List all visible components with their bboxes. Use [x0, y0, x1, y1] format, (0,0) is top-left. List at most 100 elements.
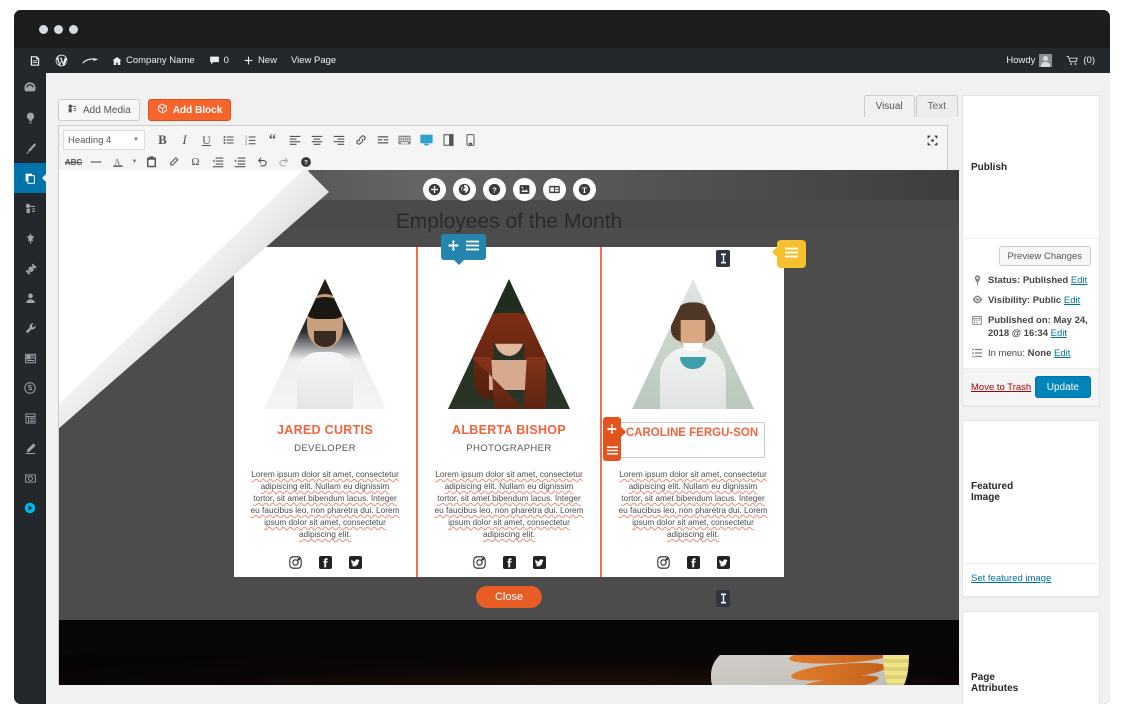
layout-icon[interactable]: [543, 178, 566, 201]
insert-more-icon[interactable]: [372, 130, 393, 150]
move-to-trash-link[interactable]: Move to Trash: [971, 382, 1031, 393]
site-pencil-icon[interactable]: [75, 48, 105, 73]
column-menu-icon[interactable]: [607, 442, 618, 460]
special-character-icon[interactable]: Ω: [185, 152, 206, 172]
align-left-icon[interactable]: [284, 130, 305, 150]
bold-icon[interactable]: B: [152, 130, 173, 150]
outdent-icon[interactable]: [207, 152, 228, 172]
column-edit-handle[interactable]: [603, 417, 621, 461]
svg-text:?: ?: [492, 185, 497, 194]
image-icon[interactable]: [513, 178, 536, 201]
sidebar-item-plugins[interactable]: [14, 253, 46, 283]
sidebar-item-camera[interactable]: [14, 463, 46, 493]
align-right-icon[interactable]: [328, 130, 349, 150]
window-minimize-dot[interactable]: [54, 25, 63, 34]
site-switch-icon[interactable]: [22, 48, 48, 73]
numbered-list-icon[interactable]: 123: [240, 130, 261, 150]
publish-panel-body: Preview Changes Status: Published Edit V…: [963, 239, 1099, 368]
mobile-icon[interactable]: [460, 130, 481, 150]
keyboard-shortcuts-icon[interactable]: [394, 130, 415, 150]
page-attributes-header[interactable]: Page Attributes ▲: [963, 612, 1099, 704]
help-icon[interactable]: ?: [295, 152, 316, 172]
move-icon[interactable]: [607, 421, 617, 439]
tab-text[interactable]: Text: [916, 95, 958, 117]
typography-icon[interactable]: T: [573, 178, 596, 201]
new-content-link[interactable]: New: [236, 48, 284, 73]
window-close-dot[interactable]: [39, 25, 48, 34]
visibility-label: Visibility:: [988, 295, 1030, 306]
sidebar-item-inspirations[interactable]: [14, 103, 46, 133]
selected-name-field[interactable]: CAROLINE FERGU-SON: [619, 422, 765, 458]
site-name-link[interactable]: Company Name: [105, 48, 202, 73]
comments-link[interactable]: 0: [202, 48, 236, 73]
add-block-button[interactable]: Add Block: [148, 99, 231, 121]
format-select[interactable]: Heading 4 ▼: [63, 130, 145, 150]
indent-icon[interactable]: [229, 152, 250, 172]
sidebar-item-editor[interactable]: [14, 433, 46, 463]
set-featured-image-link[interactable]: Set featured image: [971, 573, 1051, 584]
svg-text:A: A: [114, 157, 120, 166]
horizontal-rule-icon[interactable]: [85, 152, 106, 172]
chevron-up-icon[interactable]: ▲: [1016, 427, 1091, 557]
sidebar-item-posts[interactable]: [14, 223, 46, 253]
sidebar-item-shop[interactable]: [14, 373, 46, 403]
move-icon[interactable]: [448, 238, 459, 256]
sidebar-item-appearance[interactable]: [14, 133, 46, 163]
window-maximize-dot[interactable]: [69, 25, 78, 34]
globe-icon[interactable]: [453, 178, 476, 201]
wordpress-logo-icon[interactable]: [48, 48, 75, 73]
status-row: Status: Published Edit: [971, 274, 1091, 287]
page-template-icon[interactable]: [416, 130, 437, 150]
bulleted-list-icon[interactable]: [218, 130, 239, 150]
sidebar-item-users[interactable]: [14, 283, 46, 313]
published-edit-link[interactable]: Edit: [1051, 328, 1067, 339]
add-media-button[interactable]: Add Media: [58, 99, 140, 121]
publish-panel-header[interactable]: Publish ▲: [963, 96, 1099, 239]
column-icon[interactable]: [438, 130, 459, 150]
svg-text:?: ?: [304, 160, 308, 167]
sidebar-item-media[interactable]: [14, 193, 46, 223]
chevron-up-icon[interactable]: ▲: [1018, 618, 1091, 704]
tab-visual[interactable]: Visual: [864, 95, 915, 117]
chevron-up-icon[interactable]: ▲: [1007, 102, 1091, 232]
align-center-icon[interactable]: [306, 130, 327, 150]
page-curl-effect: [59, 170, 959, 685]
status-label: Status:: [988, 275, 1020, 286]
text-color-icon[interactable]: A: [107, 152, 128, 172]
section-menu-handle[interactable]: [777, 240, 806, 268]
undo-icon[interactable]: [251, 152, 272, 172]
visibility-edit-link[interactable]: Edit: [1064, 295, 1080, 306]
featured-image-body: Set featured image: [963, 564, 1099, 596]
italic-icon[interactable]: I: [174, 130, 195, 150]
sidebar-item-pages[interactable]: [14, 163, 46, 193]
sidebar-item-forms[interactable]: [14, 403, 46, 433]
strikethrough-icon[interactable]: ABC: [63, 152, 84, 172]
update-button[interactable]: Update: [1035, 376, 1091, 398]
add-icon[interactable]: [423, 178, 446, 201]
status-edit-link[interactable]: Edit: [1071, 275, 1087, 286]
preview-changes-button[interactable]: Preview Changes: [999, 246, 1091, 266]
blockquote-icon[interactable]: “: [262, 130, 283, 150]
menu-edit-link[interactable]: Edit: [1054, 348, 1070, 359]
sidebar-item-play[interactable]: [14, 493, 46, 523]
link-icon[interactable]: [350, 130, 371, 150]
clear-formatting-icon[interactable]: [163, 152, 184, 172]
text-color-chevron-icon[interactable]: ▼: [129, 152, 140, 172]
view-page-link[interactable]: View Page: [284, 48, 343, 73]
row-menu-icon[interactable]: [466, 238, 479, 256]
column-resize-handle-bottom[interactable]: [716, 590, 730, 607]
sidebar-item-gallery[interactable]: [14, 343, 46, 373]
published-text: Published on: May 24, 2018 @ 16:34 Edit: [988, 314, 1091, 340]
featured-image-header[interactable]: Featured Image ▲: [963, 421, 1099, 564]
redo-icon[interactable]: [273, 152, 294, 172]
sidebar-item-dashboard[interactable]: [14, 73, 46, 103]
paste-as-text-icon[interactable]: [141, 152, 162, 172]
underline-icon[interactable]: U: [196, 130, 217, 150]
row-move-handle[interactable]: [441, 234, 486, 260]
help-icon[interactable]: ?: [483, 178, 506, 201]
howdy-user-menu[interactable]: Howdy: [999, 48, 1059, 73]
distraction-free-icon[interactable]: [922, 130, 943, 150]
cart-link[interactable]: (0): [1059, 48, 1102, 73]
column-resize-handle-top[interactable]: [716, 250, 730, 267]
sidebar-item-tools[interactable]: [14, 313, 46, 343]
